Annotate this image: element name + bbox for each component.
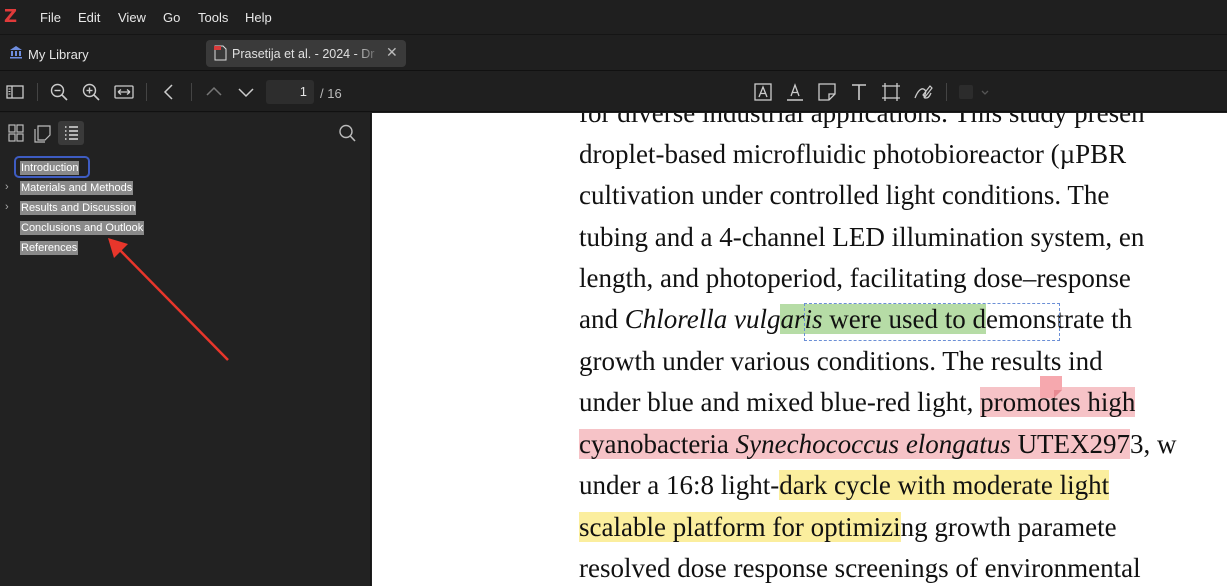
highlight-pink[interactable]: Synechococcus elongatus — [735, 429, 1011, 459]
text-run: under a 16:8 light- — [579, 470, 780, 500]
outline-item-introduction[interactable]: Introduction — [0, 156, 360, 178]
note-icon[interactable] — [816, 81, 838, 103]
outline-item-label: Introduction — [20, 161, 80, 175]
color-picker-icon[interactable] — [956, 81, 996, 103]
toolbar-divider — [37, 83, 38, 101]
outline-item-label: References — [20, 241, 79, 255]
note-annotation-icon[interactable] — [1040, 376, 1062, 398]
outline-item-label: Results and Discussion — [20, 201, 137, 215]
menu-go[interactable]: Go — [163, 10, 180, 25]
back-icon[interactable] — [158, 81, 180, 103]
annotation-arrow — [108, 238, 229, 361]
highlight-pink[interactable]: cyanobacteria — [579, 429, 736, 459]
outline-item-label: Materials and Methods — [20, 181, 134, 195]
chevron-right-icon[interactable]: › — [5, 181, 9, 193]
text-run: ng growth paramete — [900, 512, 1117, 542]
menu-view[interactable]: View — [118, 10, 146, 25]
thumbnails-icon[interactable] — [3, 121, 29, 145]
tab-my-library[interactable]: My Library — [0, 35, 200, 71]
pdf-viewer[interactable]: for diverse industrial applications. Thi… — [372, 113, 1227, 586]
previous-page-icon[interactable] — [203, 81, 225, 103]
zoom-out-icon[interactable] — [48, 81, 70, 103]
text-run: and — [579, 304, 625, 334]
text-run: under blue and mixed blue-red light, — [579, 387, 981, 417]
outline-icon[interactable] — [58, 121, 84, 145]
tab-document[interactable]: Prasetija et al. - 2024 - Dr ✕ — [206, 40, 406, 67]
toolbar-divider — [191, 83, 192, 101]
pdf-text-line: scalable platform for optimizing growth … — [579, 512, 1117, 542]
tab-label: Prasetija et al. - 2024 - Dr — [232, 47, 375, 61]
area-select-icon[interactable] — [880, 81, 902, 103]
page-number-input[interactable]: 1 — [266, 80, 314, 104]
menu-tools[interactable]: Tools — [198, 10, 228, 25]
pdf-icon — [214, 45, 227, 61]
pdf-text-line: tubing and a 4-channel LED illumination … — [579, 222, 1145, 252]
highlight-pink[interactable]: UTEX297 — [1010, 429, 1131, 459]
toolbar-divider — [146, 83, 147, 101]
ink-draw-icon[interactable] — [912, 81, 934, 103]
pdf-text-line: cultivation under controlled light condi… — [579, 180, 1110, 210]
pdf-text-line: growth under various conditions. The res… — [579, 346, 1103, 376]
tab-label: My Library — [28, 47, 89, 62]
library-icon — [9, 45, 23, 59]
pdf-text-line: cyanobacteria Synechococcus elongatus UT… — [579, 429, 1177, 459]
highlight-yellow[interactable]: scalable platform for optimizi — [579, 512, 901, 542]
zoom-in-icon[interactable] — [80, 81, 102, 103]
pdf-text-line: for diverse industrial applications. Thi… — [579, 113, 1145, 128]
page-total: / 16 — [320, 86, 342, 101]
selected-annotation-box[interactable] — [804, 303, 1060, 341]
menu-edit[interactable]: Edit — [78, 10, 100, 25]
outline-item-materials-and-methods[interactable]: › Materials and Methods — [0, 180, 360, 197]
menu-file[interactable]: File — [40, 10, 61, 25]
text-run-italic: Chlorella vulg — [624, 304, 781, 334]
underline-text-icon[interactable] — [784, 81, 806, 103]
sidebar-toggle-icon[interactable] — [4, 81, 26, 103]
zotero-logo: Z — [4, 6, 18, 27]
text-run: 3, w — [1130, 429, 1177, 459]
menu-help[interactable]: Help — [245, 10, 272, 25]
reader-toolbar: 1 / 16 — [0, 72, 1227, 112]
next-page-icon[interactable] — [235, 81, 257, 103]
highlight-text-icon[interactable] — [752, 81, 774, 103]
pdf-text-line: droplet-based microfluidic photobioreact… — [579, 139, 1127, 169]
chevron-right-icon[interactable]: › — [5, 201, 9, 213]
tab-bar: My Library Prasetija et al. - 2024 - Dr … — [0, 35, 1227, 71]
highlight-yellow[interactable]: dark cycle with moderate light — [779, 470, 1110, 500]
toolbar-divider — [946, 83, 947, 101]
close-icon[interactable]: ✕ — [386, 44, 398, 61]
pdf-text-line: length, and photoperiod, facilitating do… — [579, 263, 1131, 293]
annotations-icon[interactable] — [30, 121, 56, 145]
menu-bar: Z File Edit View Go Tools Help — [0, 0, 1227, 35]
pdf-text-line: under a 16:8 light-dark cycle with moder… — [579, 470, 1110, 500]
fit-width-icon[interactable] — [113, 81, 135, 103]
text-icon[interactable] — [848, 81, 870, 103]
outline-item-results-and-discussion[interactable]: › Results and Discussion — [0, 200, 360, 217]
search-icon[interactable] — [334, 121, 360, 145]
pdf-text-line: resolved dose response screenings of env… — [579, 553, 1141, 583]
